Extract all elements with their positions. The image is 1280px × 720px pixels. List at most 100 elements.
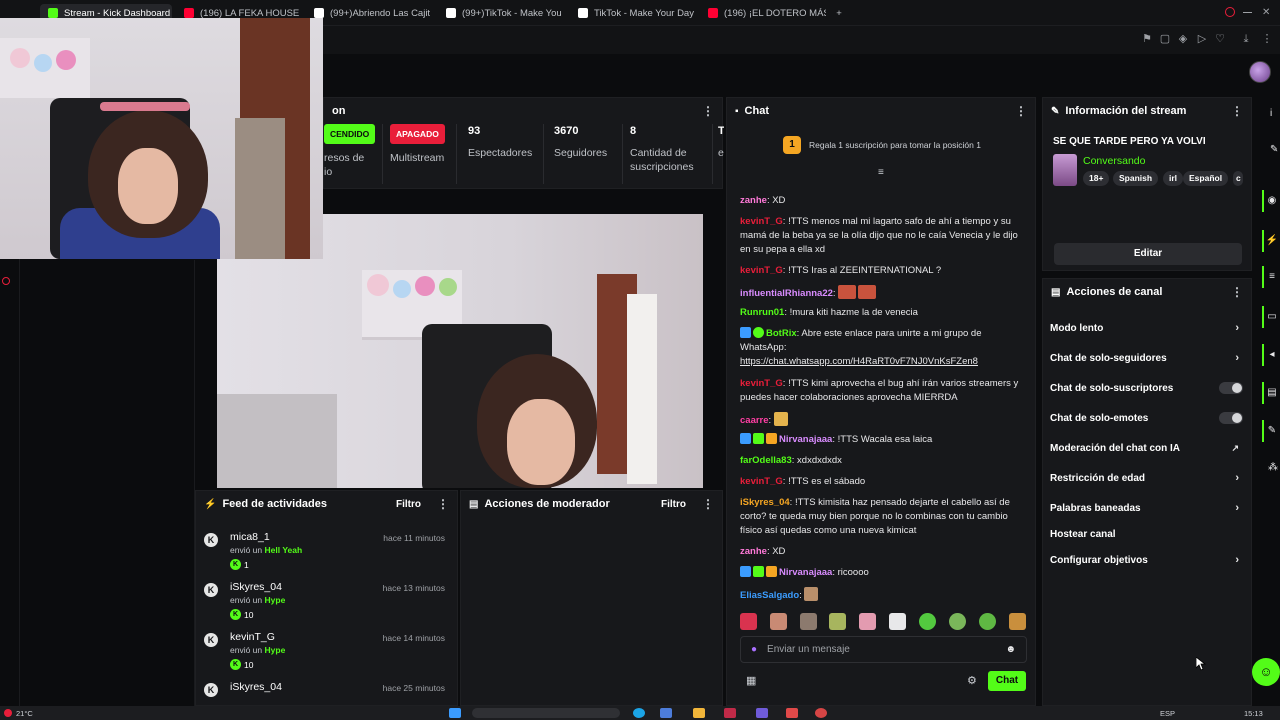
- emote-icon[interactable]: [889, 613, 906, 630]
- tab-tiktok-3[interactable]: TikTok - Make Your Day: [570, 4, 694, 22]
- minimize-icon[interactable]: [1243, 12, 1252, 13]
- chat-message[interactable]: influentialRhianna22:: [740, 285, 1030, 301]
- chat-username[interactable]: EliasSalgado: [740, 590, 799, 601]
- chat-message-input[interactable]: ● Enviar un mensaje ☻: [740, 636, 1027, 663]
- new-tab-button[interactable]: +: [830, 4, 848, 22]
- collapse-pinned-icon[interactable]: ≡: [878, 168, 888, 178]
- store-icon[interactable]: ▦: [746, 674, 758, 687]
- chat-message[interactable]: Nirvanajaaa: ricoooo: [740, 566, 1030, 580]
- webcam-overlay[interactable]: [0, 18, 323, 259]
- bookmark-icon[interactable]: ⚑: [1141, 33, 1153, 45]
- taskbar-search[interactable]: [472, 708, 620, 718]
- tab-tiktok-1[interactable]: (99+)Abriendo Las Cajita: [306, 4, 430, 22]
- heart-emote-icon[interactable]: [740, 613, 757, 630]
- search-tabs-icon[interactable]: [1225, 7, 1235, 17]
- chat-message[interactable]: kevinT_G: !TTS kimi aprovecha el bug ahí…: [740, 377, 1030, 405]
- heart-icon[interactable]: ♡: [1214, 33, 1226, 45]
- shield-icon[interactable]: ◈: [1177, 33, 1189, 45]
- subscribers-only-toggle[interactable]: [1219, 382, 1243, 394]
- chat-username[interactable]: influentialRhianna22: [740, 288, 833, 299]
- apps-icon[interactable]: ⁂: [1268, 462, 1278, 473]
- chat-message[interactable]: Nirvanajaaa: !TTS Wacala esa laica: [740, 433, 1030, 447]
- feed-username[interactable]: iSkyres_04: [230, 581, 282, 593]
- tab-youtube-2[interactable]: (196) ¡EL DOTERO MÁS C: [700, 4, 826, 22]
- chat-message[interactable]: kevinT_G: !TTS Iras al ZEEINTERNATIONAL …: [740, 264, 1030, 278]
- emote-icon[interactable]: [949, 613, 966, 630]
- emote-icon[interactable]: [829, 613, 846, 630]
- screenshot-icon[interactable]: ▢: [1159, 33, 1171, 45]
- chat-message[interactable]: Runrun01: !mura kiti hazme la de venecia: [740, 306, 1030, 320]
- age-restriction-action[interactable]: Restricción de edad ›: [1050, 469, 1246, 487]
- feed-username[interactable]: iSkyres_04: [230, 681, 282, 693]
- stream-category[interactable]: Conversando: [1083, 155, 1145, 167]
- more-options-icon[interactable]: ⋮: [702, 497, 714, 511]
- opera-icon[interactable]: [815, 708, 827, 718]
- filter-button[interactable]: Filtro: [396, 499, 421, 510]
- chat-username[interactable]: caarre: [740, 415, 769, 426]
- document-tool-icon[interactable]: ▤: [1262, 382, 1280, 404]
- chat-message[interactable]: zanhe: XD: [740, 194, 1030, 208]
- app-icon[interactable]: [724, 708, 736, 718]
- chat-tool-icon[interactable]: ▭: [1262, 306, 1280, 328]
- chat-username[interactable]: Nirvanajaaa: [779, 434, 832, 445]
- emote-icon[interactable]: [770, 613, 787, 630]
- chat-username[interactable]: Nirvanajaaa: [779, 567, 832, 578]
- feed-username[interactable]: mica8_1: [230, 531, 270, 543]
- gear-icon[interactable]: ⚙: [967, 674, 979, 687]
- microphone-icon[interactable]: ●: [751, 644, 757, 655]
- list-tool-icon[interactable]: ≡: [1262, 266, 1280, 288]
- audio-tool-icon[interactable]: ◂: [1262, 344, 1280, 366]
- emote-icon[interactable]: [979, 613, 996, 630]
- sub-gift-banner[interactable]: 1 Regala 1 suscripción para tomar la pos…: [783, 136, 993, 154]
- camera-tool-icon[interactable]: ◉: [1262, 190, 1280, 212]
- chat-username[interactable]: Runrun01: [740, 307, 784, 318]
- chat-username[interactable]: zanhe: [740, 546, 767, 557]
- chat-username[interactable]: iSkyres_04: [740, 497, 790, 508]
- more-options-icon[interactable]: ⋮: [1015, 104, 1027, 118]
- app-icon[interactable]: [756, 708, 768, 718]
- emotes-only-toggle[interactable]: [1219, 412, 1243, 424]
- chat-link[interactable]: https://chat.whatsapp.com/H4RaRT0vF7NJ0V…: [740, 356, 978, 367]
- send-chat-button[interactable]: Chat: [988, 671, 1026, 691]
- start-icon[interactable]: [449, 708, 461, 718]
- banned-words-action[interactable]: Palabras baneadas ›: [1050, 499, 1246, 517]
- multistream-badge[interactable]: APAGADO: [390, 124, 445, 144]
- ai-moderation-action[interactable]: Moderación del chat con IA ↗: [1050, 439, 1246, 457]
- lightning-tool-icon[interactable]: ⚡: [1262, 230, 1280, 252]
- filter-button[interactable]: Filtro: [661, 499, 686, 510]
- chat-message[interactable]: EliasSalgado:: [740, 587, 1030, 603]
- app-icon[interactable]: [660, 708, 672, 718]
- more-options-icon[interactable]: ⋮: [1231, 285, 1243, 299]
- chat-username[interactable]: BotRix: [766, 328, 797, 339]
- folder-icon[interactable]: [693, 708, 705, 718]
- more-options-icon[interactable]: ⋮: [1231, 104, 1243, 118]
- edge-icon[interactable]: [633, 708, 645, 718]
- close-window-icon[interactable]: ✕: [1262, 8, 1271, 18]
- menu-icon[interactable]: ⋮: [1261, 33, 1273, 45]
- tab-tiktok-2[interactable]: (99+)TikTok - Make Your: [438, 4, 562, 22]
- more-options-icon[interactable]: ⋮: [702, 104, 714, 118]
- avatar[interactable]: [1249, 61, 1271, 83]
- language-indicator[interactable]: ESP: [1160, 709, 1175, 718]
- app-icon[interactable]: [786, 708, 798, 718]
- emote-icon[interactable]: [859, 613, 876, 630]
- chat-username[interactable]: farOdella83: [740, 455, 792, 466]
- chat-username[interactable]: kevinT_G: [740, 216, 783, 227]
- chat-message[interactable]: caarre:: [740, 412, 1030, 428]
- play-icon[interactable]: ▷: [1196, 33, 1208, 45]
- chat-username[interactable]: zanhe: [740, 195, 767, 206]
- chat-username[interactable]: kevinT_G: [740, 378, 783, 389]
- download-icon[interactable]: ⤓: [1240, 33, 1252, 45]
- chat-message[interactable]: kevinT_G: !TTS menos mal mi lagarto safo…: [740, 215, 1030, 257]
- wrench-tool-icon[interactable]: ✎: [1262, 420, 1280, 442]
- more-options-icon[interactable]: ⋮: [437, 497, 449, 511]
- slow-mode-action[interactable]: Modo lento ›: [1050, 319, 1246, 337]
- followers-only-action[interactable]: Chat de solo-seguidores ›: [1050, 349, 1246, 367]
- chat-message[interactable]: farOdella83: xdxdxdxdx: [740, 454, 1030, 468]
- pencil-icon[interactable]: ✎: [1270, 144, 1278, 155]
- chat-username[interactable]: kevinT_G: [740, 476, 783, 487]
- emote-icon[interactable]: [1009, 613, 1026, 630]
- feed-username[interactable]: kevinT_G: [230, 631, 275, 643]
- chat-message[interactable]: zanhe: XD: [740, 545, 1030, 559]
- configure-goals-action[interactable]: Configurar objetivos ›: [1050, 551, 1246, 569]
